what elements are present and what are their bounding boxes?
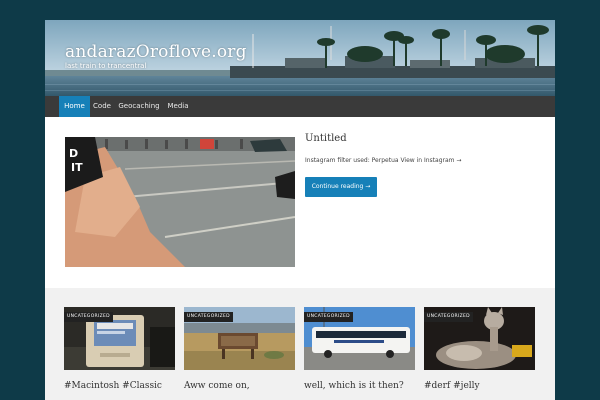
featured-post: D IT Untitled Instagram filter used: Per… [45, 117, 555, 288]
featured-post-title[interactable]: Untitled [305, 133, 347, 144]
featured-post-excerpt: Instagram filter used: Perpetua View in … [305, 157, 462, 164]
post-card-title[interactable]: Aww come on, [184, 381, 304, 391]
featured-post-image[interactable]: D IT [65, 137, 295, 267]
category-badge[interactable]: UNCATEGORIZED [64, 312, 113, 322]
svg-text:IT: IT [71, 161, 83, 174]
post-card-title[interactable]: #Macintosh #Classic [64, 381, 184, 391]
nav-item-home[interactable]: Home [59, 96, 90, 117]
nav-item-media[interactable]: Media [163, 96, 193, 117]
category-badge[interactable]: UNCATEGORIZED [304, 312, 353, 322]
site-header: andarazOroflove.org last train to trance… [45, 20, 555, 96]
site-tagline: last train to trancentral [65, 62, 147, 70]
svg-text:D: D [69, 147, 78, 160]
main-navigation: Home Code Geocaching Media [45, 96, 555, 117]
page-container: andarazOroflove.org last train to trance… [45, 20, 555, 400]
site-title[interactable]: andarazOroflove.org [65, 42, 247, 62]
category-badge[interactable]: UNCATEGORIZED [184, 312, 233, 322]
nav-item-geocaching[interactable]: Geocaching [116, 96, 162, 117]
post-grid: UNCATEGORIZED #Macintosh #Classic UNCATE… [45, 288, 555, 400]
post-card-title[interactable]: well, which is it then? [304, 381, 424, 391]
nav-item-code[interactable]: Code [91, 96, 113, 117]
category-badge[interactable]: UNCATEGORIZED [424, 312, 473, 322]
featured-photo: D IT [65, 137, 295, 267]
continue-reading-button[interactable]: Continue reading → [305, 177, 377, 197]
post-card-title[interactable]: #derf #jelly [424, 381, 544, 391]
